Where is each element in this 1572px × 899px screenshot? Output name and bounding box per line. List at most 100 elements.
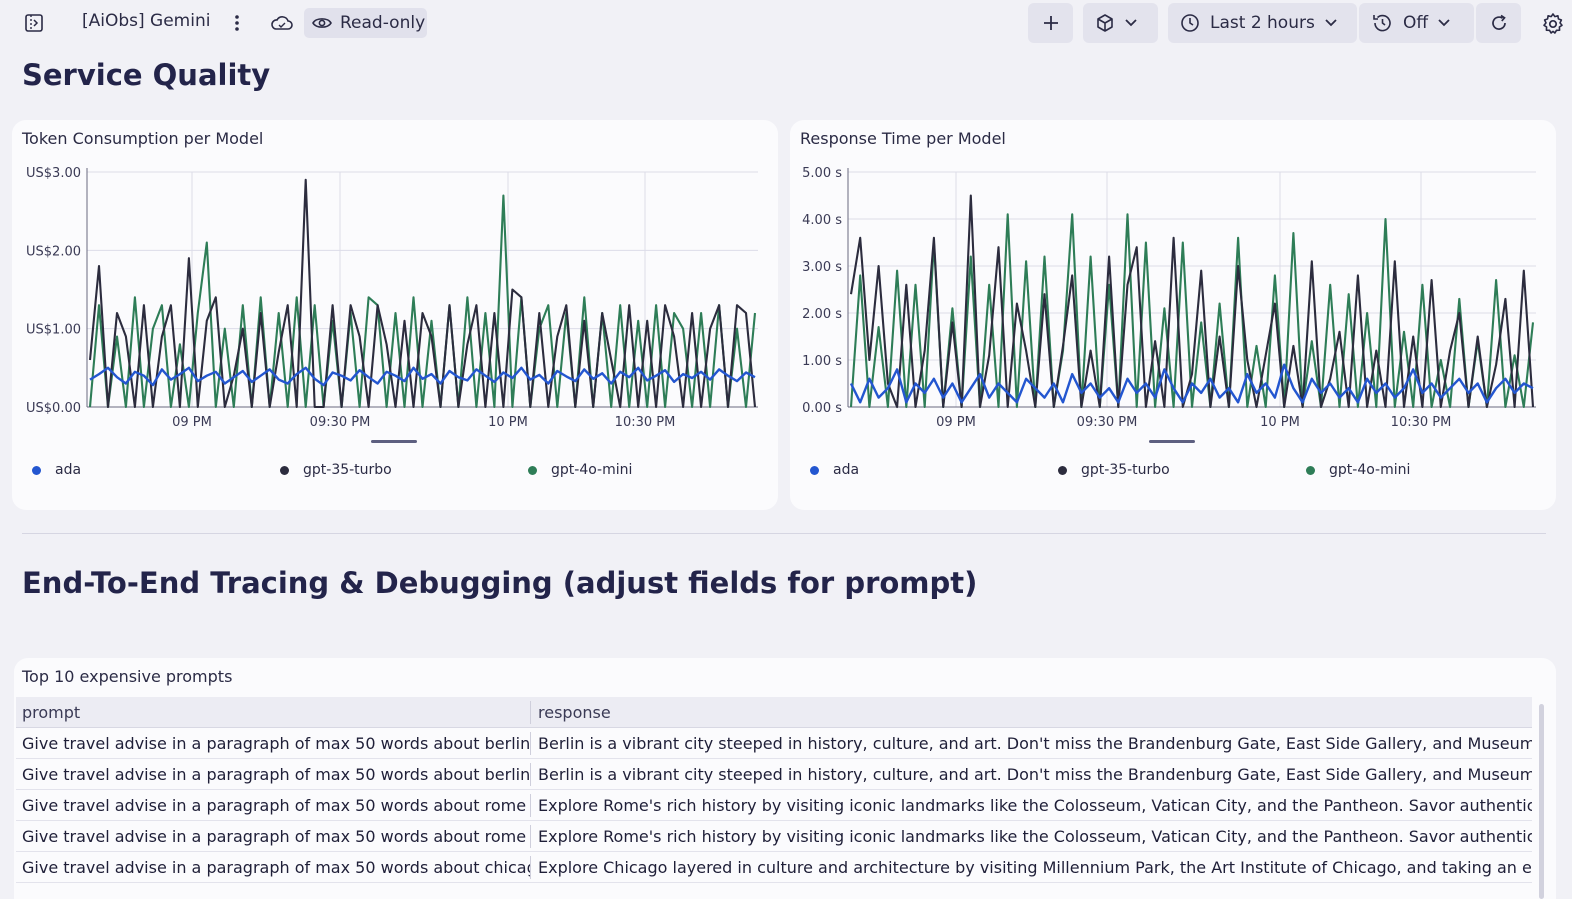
- x-tick-label: 09 PM: [172, 415, 212, 430]
- legend-item-gpt-35-turbo[interactable]: gpt-35-turbo: [280, 462, 392, 478]
- read-only-badge[interactable]: Read-only: [304, 8, 427, 38]
- column-resize-handle[interactable]: [530, 701, 531, 724]
- gear-icon[interactable]: [1539, 10, 1567, 38]
- auto-refresh-selector[interactable]: Off: [1359, 3, 1474, 43]
- table-card-expensive-prompts: Top 10 expensive prompts prompt response…: [14, 658, 1556, 899]
- legend-item-gpt-35-turbo[interactable]: gpt-35-turbo: [1058, 462, 1170, 478]
- x-tick-label: 10 PM: [488, 415, 528, 430]
- cell-prompt: Give travel advise in a paragraph of max…: [22, 734, 530, 753]
- y-tick-label: 5.00 s: [802, 166, 842, 181]
- legend-item-ada[interactable]: ada: [810, 462, 859, 478]
- legend-label: gpt-35-turbo: [303, 462, 392, 478]
- cell-prompt: Give travel advise in a paragraph of max…: [22, 827, 527, 846]
- chart-card-token-consumption[interactable]: Token Consumption per Model US$0.00 US$1.…: [12, 120, 778, 510]
- column-separator: [530, 732, 531, 755]
- chevron-down-icon: [1325, 19, 1337, 27]
- chart-card-response-time[interactable]: Response Time per Model 0.00 s 1.00 s 2.00…: [790, 120, 1556, 510]
- sidebar-toggle-icon[interactable]: [22, 10, 46, 36]
- plus-icon: [1042, 14, 1060, 32]
- chevron-down-icon: [1125, 19, 1137, 27]
- table-row[interactable]: Give travel advise in a paragraph of max…: [16, 821, 1532, 852]
- response-time-chart[interactable]: 0.00 s 1.00 s 2.00 s 3.00 s 4.00 s 5.00 s 09 P…: [790, 120, 1556, 460]
- legend-label: gpt-4o-mini: [1329, 462, 1411, 478]
- y-tick-label: US$0.00: [26, 401, 81, 416]
- cell-response: Explore Rome's rich history by visiting …: [538, 827, 1532, 846]
- table-row[interactable]: Give travel advise in a paragraph of max…: [16, 852, 1532, 883]
- column-separator: [530, 856, 531, 879]
- x-tick-label: 10:30 PM: [615, 415, 676, 430]
- column-separator: [530, 825, 531, 848]
- table-row[interactable]: Give travel advise in a paragraph of max…: [16, 759, 1532, 790]
- y-tick-label: 3.00 s: [802, 260, 842, 275]
- legend-label: ada: [55, 462, 82, 478]
- column-separator: [530, 763, 531, 786]
- eye-icon: [312, 16, 332, 30]
- timeframe-selector[interactable]: Last 2 hours: [1168, 3, 1357, 43]
- cell-response: Explore Rome's rich history by visiting …: [538, 796, 1532, 815]
- prompts-table: prompt response Give travel advise in a …: [16, 697, 1532, 883]
- series-line-gpt-35-turbo: [849, 194, 1535, 409]
- legend-dot: [528, 465, 537, 475]
- legend-scroll-indicator[interactable]: [1149, 440, 1195, 443]
- legend-label: gpt-4o-mini: [551, 462, 633, 478]
- section-title-tracing: End-To-End Tracing & Debugging (adjust f…: [22, 566, 978, 600]
- y-tick-label: US$2.00: [26, 244, 81, 259]
- legend-dot: [1058, 465, 1067, 475]
- legend-label: ada: [833, 462, 860, 478]
- cloud-sync-icon[interactable]: [268, 10, 296, 36]
- top-bar: [AiObs] Gemini Read-only Last 2 hours Of…: [0, 0, 1572, 46]
- cube-icon: [1095, 13, 1115, 33]
- cell-response: Explore Chicago layered in culture and a…: [538, 858, 1532, 877]
- table-row[interactable]: Give travel advise in a paragraph of max…: [16, 790, 1532, 821]
- column-separator: [530, 794, 531, 817]
- series-line-gpt-4o-mini: [849, 213, 1535, 409]
- segment-selector[interactable]: [1083, 3, 1158, 43]
- legend-dot: [32, 465, 41, 475]
- legend-item-gpt-4o-mini[interactable]: gpt-4o-mini: [528, 462, 632, 478]
- x-tick-label: 09 PM: [936, 415, 976, 430]
- cell-prompt: Give travel advise in a paragraph of max…: [22, 765, 530, 784]
- table-row[interactable]: Give travel advise in a paragraph of max…: [16, 728, 1532, 759]
- chart-legend: ada gpt-35-turbo gpt-4o-mini: [12, 462, 778, 482]
- y-tick-label: 0.00 s: [802, 401, 842, 416]
- x-tick-label: 09:30 PM: [1077, 415, 1138, 430]
- y-tick-label: US$1.00: [26, 323, 81, 338]
- cell-prompt: Give travel advise in a paragraph of max…: [22, 796, 527, 815]
- refresh-clock-icon: [1371, 13, 1393, 33]
- table-scrollbar[interactable]: [1539, 704, 1544, 899]
- reload-icon: [1489, 13, 1509, 33]
- cell-prompt: Give travel advise in a paragraph of max…: [22, 858, 530, 877]
- token-consumption-chart[interactable]: US$0.00 US$1.00 US$2.00 US$3.00 09 PM 09:30 P…: [12, 120, 778, 460]
- table-header: prompt response: [16, 697, 1532, 728]
- section-divider: [22, 533, 1546, 534]
- timeframe-label: Last 2 hours: [1210, 13, 1315, 33]
- section-title-service-quality: Service Quality: [22, 58, 271, 92]
- add-tile-button[interactable]: [1028, 3, 1073, 43]
- read-only-label: Read-only: [340, 13, 426, 33]
- column-header-prompt[interactable]: prompt: [22, 697, 530, 728]
- legend-dot: [1306, 465, 1315, 475]
- chevron-down-icon: [1438, 19, 1450, 27]
- legend-dot: [280, 465, 289, 475]
- clock-icon: [1180, 13, 1200, 33]
- y-tick-label: 1.00 s: [802, 354, 842, 369]
- reload-button[interactable]: [1476, 3, 1521, 43]
- y-tick-label: US$3.00: [26, 166, 81, 181]
- legend-item-gpt-4o-mini[interactable]: gpt-4o-mini: [1306, 462, 1410, 478]
- y-tick-label: 4.00 s: [802, 213, 842, 228]
- dashboard-title[interactable]: [AiObs] Gemini: [82, 11, 210, 31]
- cell-response: Berlin is a vibrant city steeped in hist…: [538, 734, 1532, 753]
- legend-item-ada[interactable]: ada: [32, 462, 81, 478]
- series-line-gpt-35-turbo: [88, 178, 757, 409]
- more-vertical-icon[interactable]: [226, 9, 248, 37]
- x-tick-label: 10 PM: [1260, 415, 1300, 430]
- x-tick-label: 09:30 PM: [310, 415, 371, 430]
- legend-dot: [810, 465, 819, 475]
- legend-label: gpt-35-turbo: [1081, 462, 1170, 478]
- x-tick-label: 10:30 PM: [1391, 415, 1452, 430]
- chart-legend: ada gpt-35-turbo gpt-4o-mini: [790, 462, 1556, 482]
- column-header-response[interactable]: response: [538, 697, 1532, 728]
- cell-response: Berlin is a vibrant city steeped in hist…: [538, 765, 1532, 784]
- auto-refresh-label: Off: [1403, 13, 1429, 33]
- legend-scroll-indicator[interactable]: [371, 440, 417, 443]
